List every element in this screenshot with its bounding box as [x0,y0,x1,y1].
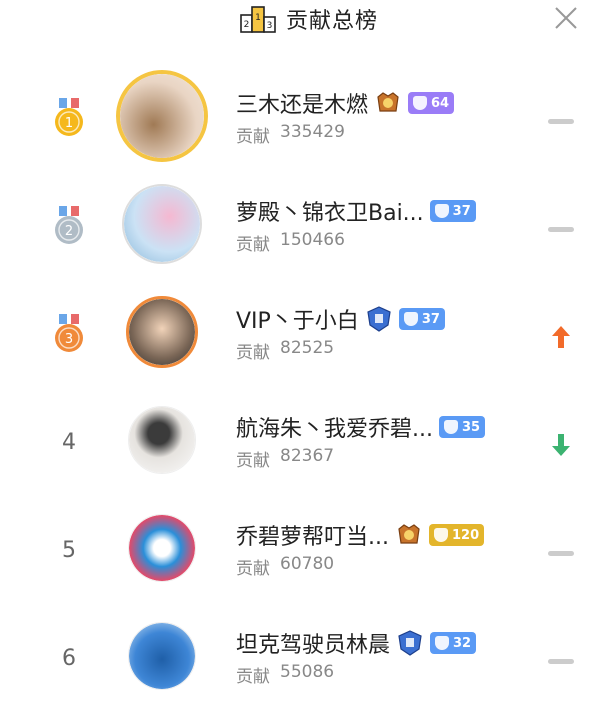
shield-icon [435,636,450,650]
username[interactable]: 坦克驾驶员林晨 [236,627,390,659]
trend-same-icon [548,551,574,556]
contribution: 贡献 55086 [236,662,476,687]
user-info: 坦克驾驶员林晨 32 贡献 55086 [236,626,477,687]
name-line: 航海朱丶我爱乔碧... 35 [236,410,486,444]
contribution: 贡献 82525 [236,338,445,363]
fan-level-badge: 32 [430,632,477,654]
contribution-value: 150466 [280,230,345,250]
fan-level-number: 35 [461,419,481,435]
name-line: 萝殿丶锦衣卫Bai... 37 [236,194,476,228]
user-info: 三木还是木燃 64 贡献 335429 [236,86,455,147]
contribution: 贡献 335429 [236,122,454,147]
podium-digit-1: 1 [255,13,261,23]
name-line: 三木还是木燃 64 [236,86,455,120]
trend-same-icon [548,119,574,124]
contribution-label: 贡献 [236,235,270,255]
fan-level-badge: 37 [398,308,445,330]
rank-number: 4 [62,429,76,455]
shield-icon [403,312,418,326]
user-info: VIP丶于小白 37 贡献 82525 [236,302,445,363]
medal-icon: 2 [46,204,92,248]
podium-digit-3: 3 [267,21,273,31]
name-line: VIP丶于小白 37 [236,302,445,336]
contribution: 贡献 82367 [236,446,485,471]
leaderboard-row[interactable]: 5 乔碧萝帮叮当... 120 贡献 60780 [0,492,610,600]
avatar[interactable] [128,406,196,474]
close-icon[interactable] [553,5,579,31]
medal-icon: 1 [46,96,92,140]
fan-level-badge: 120 [428,524,485,546]
title-group: 2 1 3 贡献总榜 [240,2,378,36]
leaderboard-row[interactable]: 3 VIP丶于小白 37 贡献 82525 [0,276,610,384]
contribution: 贡献 60780 [236,554,484,579]
avatar[interactable] [128,514,196,582]
contribution-value: 82525 [280,338,335,358]
fan-level-badge: 37 [429,200,476,222]
medal-rank-number: 2 [65,224,73,239]
avatar[interactable] [116,70,208,162]
rank-number: 5 [62,537,76,563]
avatar[interactable] [126,296,198,368]
guard-crest-icon [367,306,391,332]
fan-level-number: 64 [431,95,450,111]
user-info: 乔碧萝帮叮当... 120 贡献 60780 [236,518,485,579]
leaderboard-row[interactable]: 4 航海朱丶我爱乔碧... 35 贡献 82367 [0,384,610,492]
shield-icon [413,96,428,110]
contribution-label: 贡献 [236,451,270,471]
header: 2 1 3 贡献总榜 [0,0,610,40]
fan-level-badge: 35 [438,416,486,438]
podium-icon: 2 1 3 [240,6,276,33]
podium-digit-2: 2 [244,20,250,30]
contribution-value: 82367 [280,446,335,466]
contribution-label: 贡献 [236,343,270,363]
contribution-label: 贡献 [236,559,270,579]
username[interactable]: 萝殿丶锦衣卫Bai... [236,195,424,227]
trend-down-icon [552,434,570,456]
username[interactable]: 乔碧萝帮叮当... [236,519,389,551]
fan-level-badge: 64 [408,92,455,114]
shield-icon [434,204,449,218]
user-info: 萝殿丶锦衣卫Bai... 37 贡献 150466 [236,194,476,255]
fan-level-number: 37 [421,311,440,327]
noble-crest-icon [398,524,420,544]
contribution-label: 贡献 [236,667,270,687]
page-title: 贡献总榜 [286,9,379,34]
avatar[interactable] [128,622,196,690]
username[interactable]: 三木还是木燃 [236,87,368,119]
leaderboard-row[interactable]: 2 萝殿丶锦衣卫Bai... 37 贡献 150466 [0,168,610,276]
name-line: 乔碧萝帮叮当... 120 [236,518,485,552]
shield-icon [443,420,458,434]
guard-crest-icon [398,630,422,656]
medal-icon: 3 [46,312,92,356]
avatar[interactable] [122,184,202,264]
medal-rank-number: 3 [65,332,73,347]
leaderboard-list: 1 三木还是木燃 64 贡献 335429 2 萝殿丶锦衣卫Bai... 37 贡献 150… [0,60,610,708]
contribution-label: 贡献 [236,127,270,147]
fan-level-number: 37 [452,203,471,219]
contribution-value: 335429 [280,122,345,142]
medal-rank-number: 1 [65,116,73,131]
trend-same-icon [548,659,574,664]
trend-up-icon [552,326,570,348]
contribution-value: 55086 [280,662,335,682]
noble-crest-icon [377,92,399,112]
contribution: 贡献 150466 [236,230,476,255]
leaderboard-row[interactable]: 6 坦克驾驶员林晨 32 贡献 55086 [0,600,610,708]
fan-level-number: 32 [453,635,472,651]
username[interactable]: VIP丶于小白 [236,303,359,335]
contribution-value: 60780 [280,554,335,574]
name-line: 坦克驾驶员林晨 32 [236,626,477,660]
shield-icon [433,528,448,542]
trend-same-icon [548,227,574,232]
user-info: 航海朱丶我爱乔碧... 35 贡献 82367 [236,410,486,471]
username[interactable]: 航海朱丶我爱乔碧... [236,411,433,443]
leaderboard-row[interactable]: 1 三木还是木燃 64 贡献 335429 [0,60,610,168]
fan-level-number: 120 [451,527,480,543]
rank-number: 6 [62,645,76,671]
